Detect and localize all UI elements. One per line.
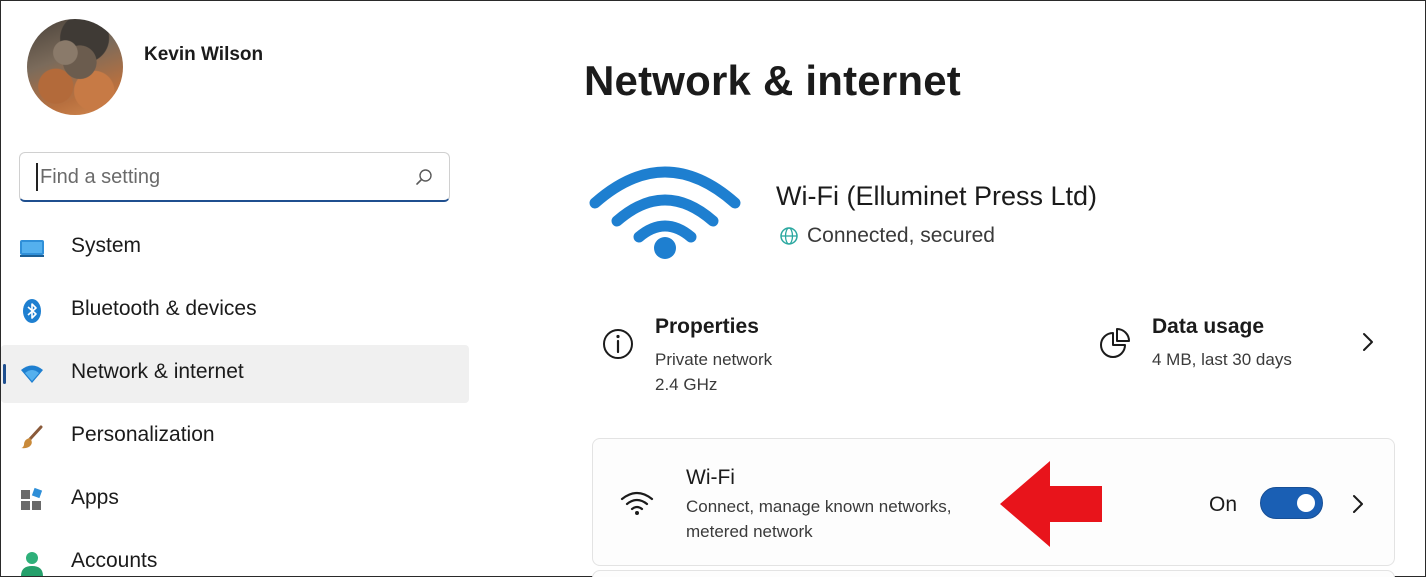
wifi-card-title: Wi-Fi: [686, 466, 735, 489]
wifi-card-description-2: metered network: [686, 522, 813, 541]
properties-network-type: Private network: [655, 350, 773, 369]
search-box[interactable]: [19, 152, 450, 202]
chevron-right-icon[interactable]: [1349, 491, 1367, 517]
properties-band: 2.4 GHz: [655, 375, 718, 394]
wifi-settings-card[interactable]: Wi-Fi Connect, manage known networks, me…: [592, 438, 1395, 566]
red-arrow-annotation: [1000, 461, 1102, 547]
sidebar-item-personalization[interactable]: Personalization: [1, 408, 469, 466]
wifi-toggle-label: On: [1209, 493, 1238, 516]
sidebar: Kevin Wilson System Bluetooth & devices …: [1, 1, 471, 577]
pie-chart-icon: [1100, 328, 1130, 358]
connection-status-text: Connected, secured: [807, 224, 995, 247]
connection-name: Wi-Fi (Elluminet Press Ltd): [776, 181, 1098, 211]
paintbrush-icon: [21, 425, 43, 449]
sidebar-item-label: Bluetooth & devices: [71, 297, 257, 320]
active-indicator: [3, 364, 6, 384]
sidebar-item-accounts[interactable]: Accounts: [1, 534, 469, 577]
sidebar-item-label: System: [71, 234, 142, 257]
info-icon: [603, 329, 633, 359]
wifi-signal-icon: [589, 166, 741, 259]
sidebar-item-label: Accounts: [71, 549, 158, 572]
sidebar-item-network[interactable]: Network & internet: [1, 345, 469, 403]
page-title: Network & internet: [584, 57, 961, 104]
wifi-card-description: Connect, manage known networks,: [686, 497, 952, 516]
properties-title: Properties: [655, 315, 759, 338]
sidebar-item-label: Personalization: [71, 423, 215, 446]
person-icon: [21, 552, 43, 576]
data-usage-subtitle: 4 MB, last 30 days: [1152, 350, 1292, 369]
monitor-icon: [20, 240, 44, 257]
data-usage-title: Data usage: [1152, 315, 1265, 338]
globe-icon: [780, 227, 798, 245]
sidebar-item-bluetooth[interactable]: Bluetooth & devices: [1, 282, 469, 340]
avatar[interactable]: [27, 19, 123, 115]
user-name: Kevin Wilson: [144, 44, 264, 65]
wifi-toggle[interactable]: [1260, 487, 1323, 519]
wifi-icon: [21, 365, 43, 383]
sidebar-item-apps[interactable]: Apps: [1, 471, 469, 529]
next-settings-card[interactable]: [592, 570, 1395, 577]
wifi-icon: [620, 491, 654, 515]
bluetooth-icon: [23, 299, 41, 323]
search-input[interactable]: [36, 163, 406, 191]
connection-status: Connected, secured: [779, 224, 995, 248]
sidebar-item-label: Apps: [71, 486, 119, 509]
chevron-right-icon: [1363, 333, 1373, 351]
toggle-knob: [1297, 494, 1315, 512]
search-icon[interactable]: [415, 168, 433, 186]
sidebar-item-label: Network & internet: [71, 360, 244, 383]
apps-icon: [21, 487, 43, 510]
sidebar-item-system[interactable]: System: [1, 219, 469, 277]
